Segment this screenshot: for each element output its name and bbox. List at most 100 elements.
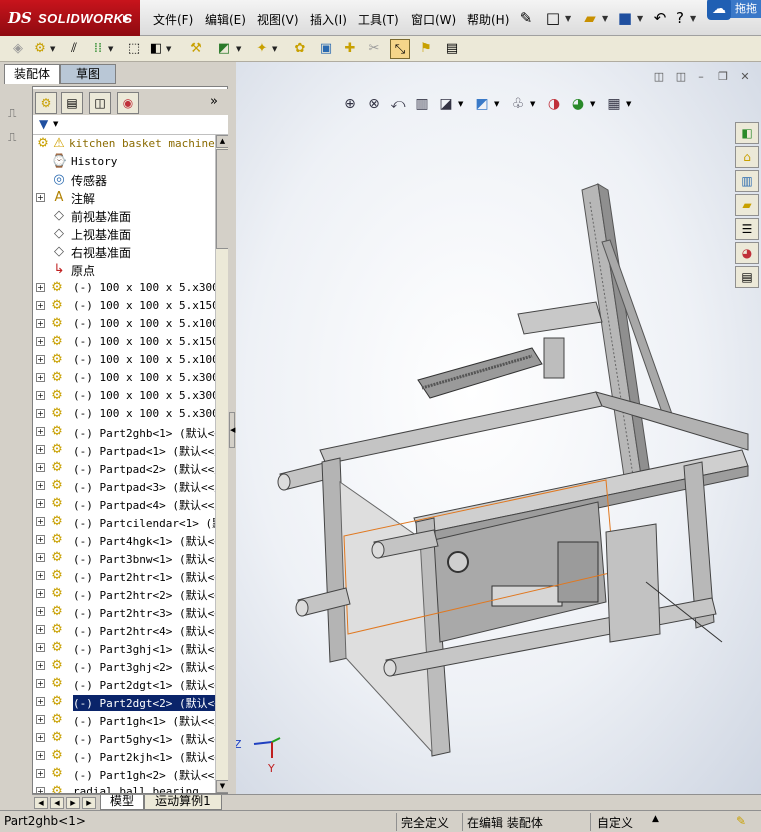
mate-icon[interactable]: ⚙ bbox=[30, 39, 50, 59]
tree-item-component[interactable]: + ⚙ (-) Part2htr<2> (默认<<默 bbox=[33, 585, 215, 603]
tree-item[interactable]: ↳ 原点 bbox=[33, 261, 215, 279]
undo-icon[interactable]: ↶ bbox=[650, 8, 670, 28]
new-motion-study-icon[interactable]: ✦ bbox=[252, 39, 272, 59]
tree-filter[interactable]: ▼ ▼ bbox=[33, 115, 229, 135]
tree-item-component[interactable]: + ⚙ (-) Partpad<1> (默认<<默 bbox=[33, 441, 215, 459]
expand-icon[interactable]: + bbox=[36, 337, 45, 346]
sketch-line-icon[interactable]: ⎍ bbox=[8, 130, 26, 148]
last-tab-icon[interactable]: ▶ bbox=[82, 797, 96, 809]
instant3d-icon[interactable]: ▤ bbox=[442, 39, 462, 59]
gripper-carriage[interactable] bbox=[517, 301, 603, 335]
expand-icon[interactable]: + bbox=[36, 553, 45, 562]
tree-item-component[interactable]: + ⚙ (-) Part3bnw<1> (默认<<默 bbox=[33, 549, 215, 567]
cylinder[interactable] bbox=[543, 337, 565, 379]
open-dropdown-icon[interactable]: ▼ bbox=[602, 14, 608, 23]
tree-item-component[interactable]: + ⚙ (-) 100 x 100 x 5.x300 < bbox=[33, 279, 215, 297]
insert-component-icon[interactable]: ◈ bbox=[8, 39, 28, 59]
menu-edit[interactable]: 编辑(E) bbox=[205, 11, 246, 28]
expand-icon[interactable]: + bbox=[36, 193, 45, 202]
reference-geometry-icon[interactable]: ◩ bbox=[214, 39, 234, 59]
tree-root[interactable]: ⚙ ⚠ kitchen basket machine m bbox=[33, 135, 215, 153]
tree-item-component[interactable]: + ⚙ (-) Part3ghj<1> (默认<<默 bbox=[33, 639, 215, 657]
tree-item[interactable]: ◎ 传感器 bbox=[33, 171, 215, 189]
expand-icon[interactable]: + bbox=[36, 409, 45, 418]
logo-arrow-icon[interactable]: ▶ bbox=[123, 14, 130, 24]
tree-item[interactable]: ◇ 右视基准面 bbox=[33, 243, 215, 261]
tree-item-component[interactable]: + ⚙ (-) 100 x 100 x 5.x300 < bbox=[33, 405, 215, 423]
tube-end-bottom[interactable] bbox=[383, 659, 397, 677]
tree-item-component[interactable]: + ⚙ (-) 100 x 100 x 5.x300 < bbox=[33, 369, 215, 387]
tree-item[interactable]: + A 注解 bbox=[33, 189, 215, 207]
expand-icon[interactable]: + bbox=[36, 499, 45, 508]
expand-icon[interactable]: + bbox=[36, 625, 45, 634]
tube-end[interactable] bbox=[277, 473, 291, 491]
show-hidden-icon[interactable]: ◧ bbox=[146, 39, 166, 59]
motion-dropdown-icon[interactable]: ▼ bbox=[272, 45, 277, 53]
next-tab-icon[interactable]: ▶ bbox=[66, 797, 80, 809]
tree-item-component[interactable]: + ⚙ (-) Part1gh<2> (默认<<默 bbox=[33, 765, 215, 783]
bill-of-materials-icon[interactable]: ✿ bbox=[290, 39, 310, 59]
gearbox[interactable] bbox=[557, 541, 599, 603]
motor-pulley[interactable] bbox=[447, 551, 469, 573]
menu-insert[interactable]: 插入(I) bbox=[310, 11, 347, 28]
tree-item-component[interactable]: + ⚙ (-) Part2dgt<1> (默认<<默 bbox=[33, 675, 215, 693]
assembly-feature-icon[interactable]: ⚒ bbox=[186, 39, 206, 59]
tree-scrollbar[interactable]: ▲ ▼ bbox=[215, 135, 229, 793]
tree-item-component[interactable]: + ⚙ (-) 100 x 100 x 5.x300 < bbox=[33, 387, 215, 405]
linear-pattern-icon[interactable]: ⫽ bbox=[64, 39, 84, 59]
solidworks-logo[interactable]: DS SOLIDWORKS ▶ bbox=[0, 0, 140, 36]
menu-window[interactable]: 窗口(W) bbox=[411, 11, 456, 28]
expand-icon[interactable]: + bbox=[36, 283, 45, 292]
tab-motion-study[interactable]: 运动算例1 bbox=[144, 795, 222, 810]
expand-icon[interactable]: + bbox=[36, 589, 45, 598]
save-dropdown-icon[interactable]: ▼ bbox=[637, 14, 643, 23]
expand-icon[interactable]: + bbox=[36, 445, 45, 454]
corner-tag[interactable]: ☁ 拖拖 bbox=[707, 0, 761, 20]
feature-tree-tab-icon[interactable]: ⚙ bbox=[35, 92, 57, 114]
tree-item-component[interactable]: + ⚙ (-) 100 x 100 x 5.x1500 bbox=[33, 333, 215, 351]
expand-icon[interactable]: + bbox=[36, 355, 45, 364]
pin-icon[interactable]: ✎ bbox=[516, 8, 536, 28]
back-top-beam[interactable] bbox=[319, 391, 603, 465]
tree-item-component[interactable]: + ⚙ (-) Part2kjh<1> (默认<<默 bbox=[33, 747, 215, 765]
tree-item-component[interactable]: + ⚙ (-) Partpad<3> (默认<<默 bbox=[33, 477, 215, 495]
tree-item-component[interactable]: + ⚙ (-) Part2ghb<1> (默认<<默 bbox=[33, 423, 215, 441]
drive-unit[interactable] bbox=[491, 585, 563, 607]
tree-item-component[interactable]: + ⚙ radial ball bearing bbox=[33, 783, 215, 793]
tube-end-lower[interactable] bbox=[295, 599, 309, 617]
expand-icon[interactable]: + bbox=[36, 751, 45, 760]
tree-item-component[interactable]: + ⚙ (-) 100 x 100 x 5.x1000 bbox=[33, 315, 215, 333]
fastener-dropdown-icon[interactable]: ▼ bbox=[108, 45, 113, 53]
open-folder-icon[interactable]: ▰ bbox=[580, 8, 600, 28]
expand-icon[interactable]: + bbox=[36, 463, 45, 472]
mate-dropdown-icon[interactable]: ▼ bbox=[50, 45, 55, 53]
tree-item-component[interactable]: + ⚙ (-) Partpad<2> (默认<<默 bbox=[33, 459, 215, 477]
help-dropdown-icon[interactable]: ▼ bbox=[690, 14, 696, 23]
route-icon[interactable]: ⎍ bbox=[8, 106, 26, 124]
tube-end-mid[interactable] bbox=[371, 541, 385, 559]
move-component-icon[interactable]: ⬚ bbox=[124, 39, 144, 59]
smart-fastener-icon[interactable]: ⁞⁞ bbox=[88, 39, 108, 59]
show-dropdown-icon[interactable]: ▼ bbox=[166, 45, 171, 53]
tree-item[interactable]: ⌚ History bbox=[33, 153, 215, 171]
units-dropdown-icon[interactable]: ▲ bbox=[652, 814, 659, 824]
tree-item-component[interactable]: + ⚙ (-) Part3ghj<2> (默认<<默 bbox=[33, 657, 215, 675]
expand-icon[interactable]: + bbox=[36, 697, 45, 706]
expand-icon[interactable]: + bbox=[36, 517, 45, 526]
expand-icon[interactable]: + bbox=[36, 301, 45, 310]
new-document-icon[interactable]: □ bbox=[543, 8, 563, 28]
right-mechanism[interactable] bbox=[605, 523, 661, 643]
collapse-panel-icon[interactable]: ◀ bbox=[229, 412, 235, 448]
expand-icon[interactable]: + bbox=[36, 787, 45, 793]
display-manager-tab-icon[interactable]: ◉ bbox=[117, 92, 139, 114]
tree-item-component[interactable]: + ⚙ (-) 100 x 100 x 5.x1500 bbox=[33, 297, 215, 315]
ref-dropdown-icon[interactable]: ▼ bbox=[236, 45, 241, 53]
clearance-verification-icon[interactable]: ⤡ bbox=[390, 39, 410, 59]
new-dropdown-icon[interactable]: ▼ bbox=[565, 14, 571, 23]
appearances-icon[interactable]: ◕ bbox=[735, 242, 759, 264]
tree-item-component[interactable]: + ⚙ (-) 100 x 100 x 5.x1000 bbox=[33, 351, 215, 369]
expand-icon[interactable]: + bbox=[36, 535, 45, 544]
tree-item-component[interactable]: + ⚙ (-) Part2htr<1> (默认<<默 bbox=[33, 567, 215, 585]
hole-alignment-icon[interactable]: ⚑ bbox=[416, 39, 436, 59]
tree-item-component[interactable]: + ⚙ (-) Part4hgk<1> (默认<<默 bbox=[33, 531, 215, 549]
